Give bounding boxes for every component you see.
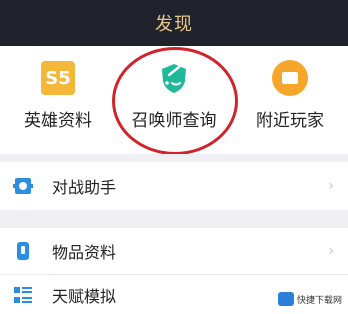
page-title: 发现: [155, 14, 193, 35]
chevron-right-icon: ›: [328, 178, 334, 194]
talent-sim-icon: [12, 284, 34, 306]
chevron-right-icon: ›: [328, 243, 334, 259]
section-gap: [0, 210, 348, 228]
s5-hero-icon: S5: [40, 60, 76, 96]
watermark-logo-icon: [277, 292, 294, 306]
s5-badge: S5: [41, 61, 75, 95]
shield-search-icon: [156, 60, 192, 96]
shortcut-hero-data[interactable]: S5 英雄资料: [0, 46, 116, 154]
section-gap: [0, 154, 348, 162]
menu-item-battle-assistant[interactable]: 对战助手 ›: [0, 162, 348, 210]
menu-label-item-data: 物品资料: [52, 243, 117, 262]
shortcut-label-nearby-players: 附近玩家: [256, 111, 324, 131]
item-data-icon: [12, 240, 34, 262]
shortcut-label-hero-data: 英雄资料: [24, 111, 92, 131]
battle-assistant-icon: [12, 175, 34, 197]
watermark: 快捷下载网: [277, 292, 342, 306]
watermark-text: 快捷下载网: [296, 295, 342, 306]
nearby-player-icon: [272, 60, 308, 96]
shortcut-grid: S5 英雄资料 召唤师查询 附近玩家: [0, 46, 348, 154]
menu-label-talent-sim: 天赋模拟: [52, 286, 117, 306]
shortcut-label-summoner-search: 召唤师查询: [131, 111, 217, 131]
discover-page: 发现 S5 英雄资料 召唤师查询 附近玩家 对战助手 › 物品资料 › 天赋模拟…: [0, 0, 348, 314]
menu-item-item-data[interactable]: 物品资料 ›: [0, 228, 348, 274]
header-bar: 发现: [0, 0, 348, 46]
shortcut-nearby-players[interactable]: 附近玩家: [232, 46, 348, 154]
shortcut-summoner-search[interactable]: 召唤师查询: [116, 46, 232, 154]
menu-label-battle-assistant: 对战助手: [52, 178, 117, 197]
